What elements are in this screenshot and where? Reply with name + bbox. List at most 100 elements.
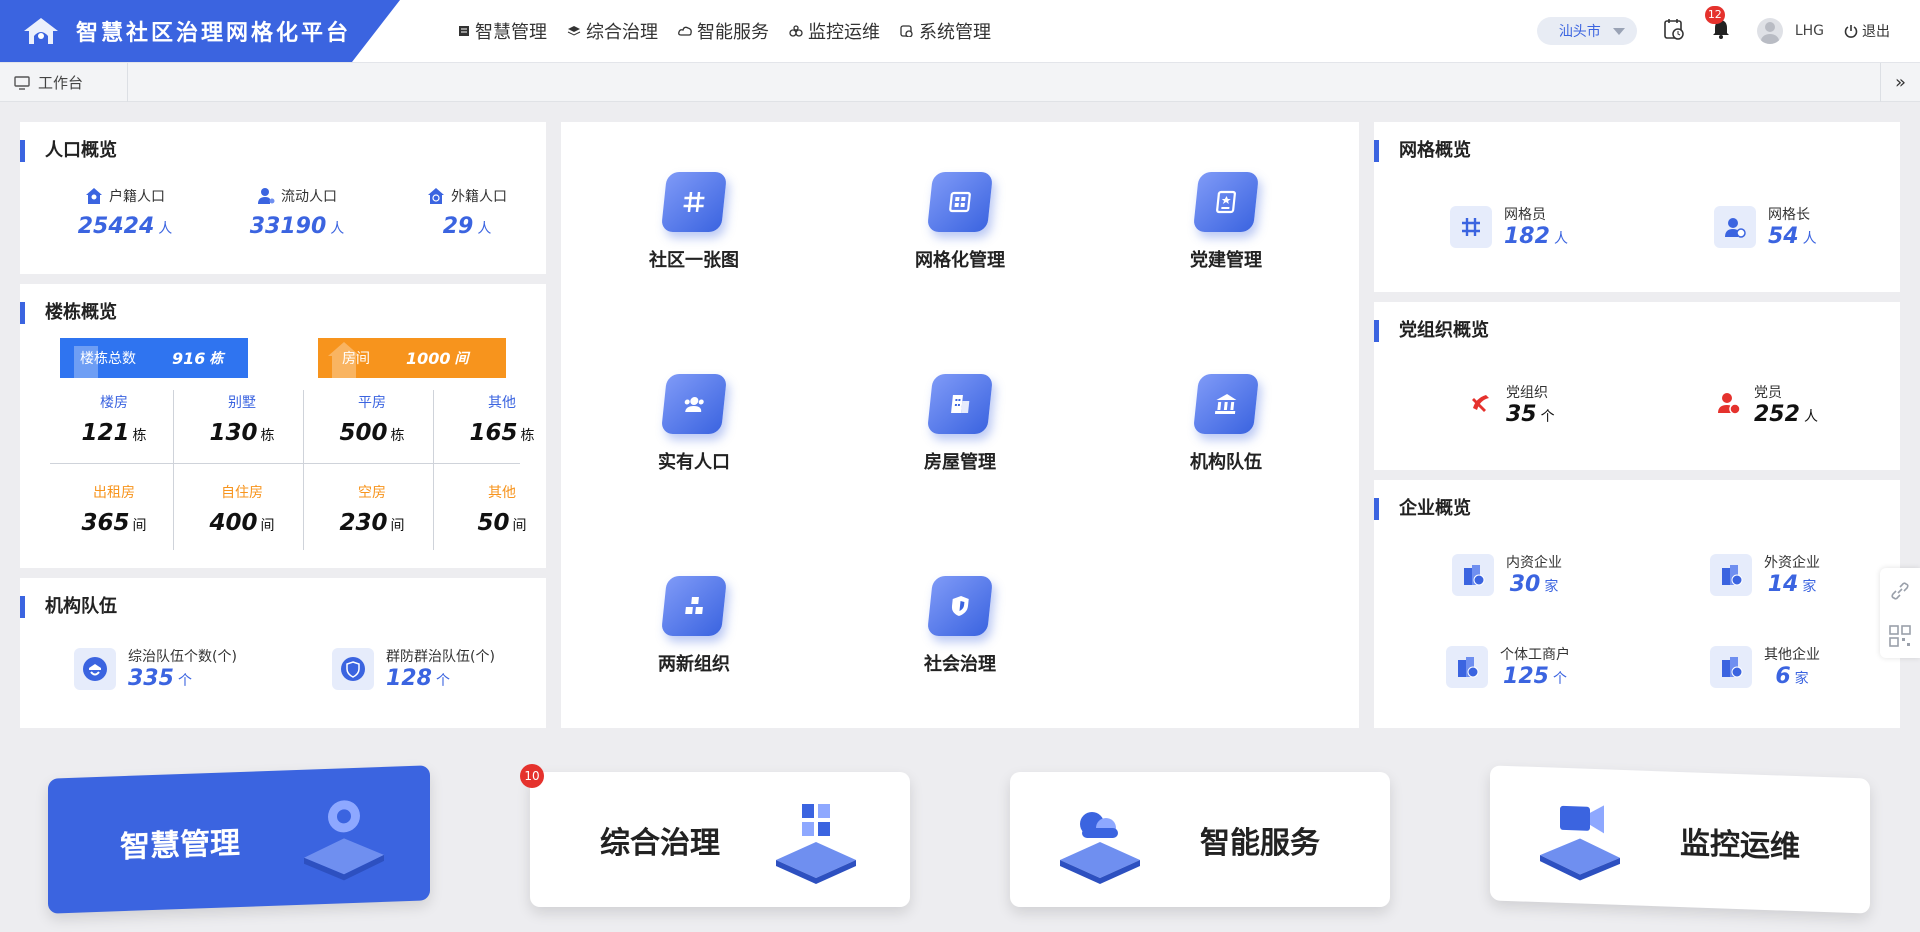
stat-label: 党员 — [1754, 385, 1782, 401]
grid-square-icon — [926, 172, 994, 232]
app-title: 智慧社区治理网格化平台 — [76, 21, 352, 46]
power-icon — [1844, 25, 1858, 38]
quick-entry-smart-service[interactable]: 智能服务 — [1010, 772, 1390, 907]
pill-unit: 栋 — [209, 351, 224, 367]
party-emblem-icon — [1468, 390, 1494, 420]
stat-value: 54 — [1768, 224, 1799, 249]
module-party-building[interactable]: 党建管理 — [1126, 172, 1326, 272]
stat-value: 25424 — [77, 214, 155, 239]
cell-unit: 间 — [260, 518, 275, 534]
tab-label: 工作台 — [38, 74, 84, 92]
cell-label: 楼房 — [100, 395, 128, 411]
enterprise-title: 企业概览 — [1374, 498, 1471, 520]
document-star-icon — [1192, 172, 1260, 232]
stat-value: 35 — [1506, 402, 1537, 427]
nav-item-monitoring[interactable]: 监控运维 — [789, 18, 880, 44]
nav-label: 综合治理 — [586, 22, 658, 43]
room-type-other: 其他 50 间 — [438, 482, 566, 536]
quick-entry-governance[interactable]: 10 综合治理 — [520, 764, 910, 907]
app-logo[interactable]: 智慧社区治理网格化平台 — [0, 0, 400, 62]
enterprise-building-icon — [1710, 645, 1752, 688]
module-actual-population[interactable]: 实有人口 — [594, 374, 794, 474]
stat-value: 335 — [128, 666, 174, 691]
cell-label: 平房 — [358, 395, 386, 411]
avatar[interactable] — [1756, 18, 1783, 44]
city-select[interactable]: 汕头市 — [1536, 17, 1637, 45]
module-housing[interactable]: 房屋管理 — [860, 374, 1060, 474]
settings-icon — [900, 25, 913, 37]
party-member-icon — [1716, 390, 1742, 420]
stat-value: 33190 — [249, 214, 327, 239]
stat-label: 群防群治队伍(个) — [386, 649, 495, 665]
nav-label: 系统管理 — [919, 22, 991, 43]
cell-label: 出租房 — [93, 485, 135, 501]
rooms-pill: 房间 1000 间 — [318, 338, 506, 378]
module-grid-management[interactable]: 网格化管理 — [860, 172, 1060, 272]
link-icon[interactable] — [1880, 568, 1920, 613]
stat-unit: 人 — [158, 221, 173, 237]
top-header: 智慧社区治理网格化平台 智慧管理 综合治理 智能服务 监控运维 系统管理 汕头市… — [0, 0, 1920, 62]
module-label: 社会治理 — [924, 654, 996, 675]
stat-floating-population: 流动人口 33190 人 — [232, 186, 362, 239]
stat-value: 182 — [1504, 224, 1550, 249]
double-chevron-right-icon: » — [1894, 72, 1906, 93]
calendar-button[interactable] — [1663, 18, 1685, 44]
stat-label: 流动人口 — [281, 189, 337, 205]
grid-hash-icon — [1450, 205, 1492, 248]
module-label: 网格化管理 — [915, 250, 1005, 271]
module-label: 房屋管理 — [924, 452, 996, 473]
stat-foreign-population: 外籍人口 29 人 — [412, 186, 522, 239]
cell-label: 自住房 — [221, 485, 263, 501]
tab-workbench[interactable]: 工作台 — [0, 63, 128, 102]
stat-defense-team: 群防群治队伍(个) 128 个 — [332, 646, 495, 691]
room-type-rental: 出租房 365 间 — [50, 482, 178, 536]
stat-unit: 家 — [1544, 579, 1559, 595]
stat-label: 个体工商户 — [1500, 647, 1570, 663]
layers-icon — [567, 26, 581, 36]
username[interactable]: LHG — [1795, 23, 1824, 39]
module-new-organizations[interactable]: 两新组织 — [594, 576, 794, 676]
pill-label: 楼栋总数 — [80, 351, 136, 367]
cell-unit: 栋 — [390, 428, 405, 444]
stat-team-count: 综治队伍个数(个) 335 个 — [74, 646, 237, 691]
nav-item-smart-service[interactable]: 智能服务 — [678, 18, 769, 44]
module-social-governance[interactable]: 社会治理 — [860, 576, 1060, 676]
modules-panel: 社区一张图 网格化管理 党建管理 实有人口 房屋管理 机构队伍 两新组织 社会治… — [561, 122, 1359, 728]
nav-item-system[interactable]: 系统管理 — [900, 18, 991, 44]
logout-button[interactable]: 退出 — [1844, 21, 1890, 41]
module-label: 两新组织 — [658, 654, 730, 675]
main-nav: 智慧管理 综合治理 智能服务 监控运维 系统管理 — [458, 0, 1011, 62]
police-badge-icon — [74, 647, 116, 690]
stat-label: 网格员 — [1504, 207, 1546, 223]
cell-value: 130 — [209, 420, 258, 446]
building-type-bungalow: 平房 500 栋 — [308, 392, 436, 446]
nav-item-smart-management[interactable]: 智慧管理 — [458, 18, 547, 44]
quick-entry-badge: 10 — [520, 764, 544, 788]
quick-entry-smart-management[interactable]: 智慧管理 — [48, 765, 430, 914]
stat-label: 党组织 — [1506, 385, 1548, 401]
stat-value: 29 — [442, 214, 474, 239]
grid-card: 网格概览 网格员 182 人 网格长 54 人 — [1374, 122, 1900, 292]
logout-label: 退出 — [1862, 24, 1890, 40]
nav-item-governance[interactable]: 综合治理 — [567, 18, 658, 44]
gear-platform-icon — [304, 800, 384, 881]
notification-button[interactable]: 12 — [1704, 6, 1731, 44]
blocks-icon — [660, 576, 728, 636]
module-institutions[interactable]: 机构队伍 — [1126, 374, 1326, 474]
cell-unit: 栋 — [132, 428, 147, 444]
stat-unit: 人 — [1803, 409, 1818, 425]
module-label: 社区一张图 — [649, 250, 739, 271]
qr-code-icon[interactable] — [1880, 613, 1920, 658]
nav-label: 监控运维 — [808, 22, 880, 43]
stat-individual-business: 个体工商户 125 个 — [1446, 644, 1570, 689]
cell-unit: 栋 — [520, 428, 535, 444]
quick-entry-monitoring[interactable]: 监控运维 — [1490, 765, 1870, 914]
stat-label: 外资企业 — [1764, 555, 1820, 571]
room-type-owner: 自住房 400 间 — [178, 482, 306, 536]
stat-value: 30 — [1509, 572, 1541, 597]
collapse-button[interactable]: » — [1880, 63, 1920, 102]
module-label: 机构队伍 — [1190, 452, 1262, 473]
stat-unit: 家 — [1794, 671, 1809, 687]
module-community-map[interactable]: 社区一张图 — [594, 172, 794, 272]
stat-unit: 个 — [1552, 671, 1567, 687]
